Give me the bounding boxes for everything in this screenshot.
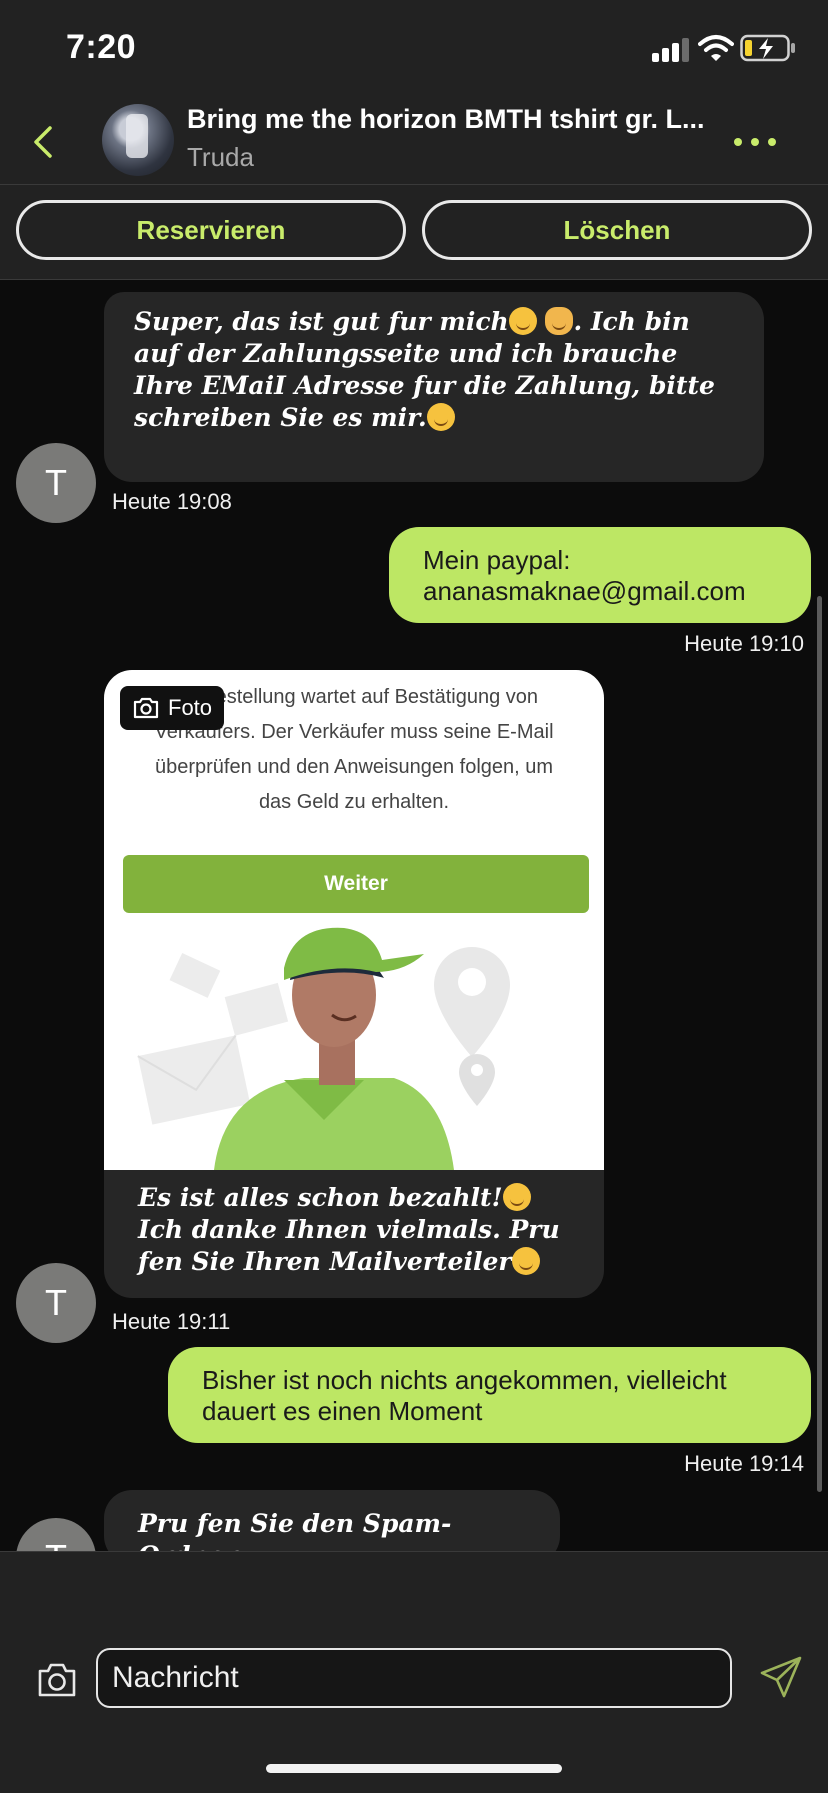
grin-emoji-icon <box>511 1247 540 1275</box>
message-text: Es ist alles schon bezahlt! Ich danke Ih… <box>138 1182 578 1278</box>
chat-partner-name: Truda <box>187 142 254 172</box>
reserve-button[interactable]: Reservieren <box>16 200 406 260</box>
signal-icon <box>652 38 689 62</box>
incoming-message: Super, das ist gut fur mich . Ich bin au… <box>104 292 764 482</box>
ok-hand-emoji-icon <box>545 307 574 335</box>
listing-avatar[interactable] <box>102 104 174 176</box>
photo-weiter-button: Weiter <box>123 855 589 913</box>
message-timestamp: Heute 19:11 <box>112 1309 231 1334</box>
chat-title[interactable]: Bring me the horizon BMTH tshirt gr. L..… <box>187 104 717 135</box>
relieved-emoji-icon <box>502 1183 531 1211</box>
camera-small-icon <box>133 697 159 719</box>
photo-badge: Foto <box>120 686 225 730</box>
status-time: 7:20 <box>66 28 137 66</box>
message-timestamp: Heute 19:14 <box>684 1451 804 1476</box>
outgoing-message: Bisher ist noch nichts angekommen, viell… <box>168 1347 811 1443</box>
more-dots-icon[interactable] <box>734 136 776 148</box>
delete-button[interactable]: Löschen <box>422 200 812 260</box>
courier-illustration <box>137 927 510 1170</box>
message-text-part: Es ist alles schon bezahlt! <box>138 1183 503 1212</box>
relieved-emoji-icon <box>426 403 455 431</box>
message-text: Super, das ist gut fur mich <box>134 307 509 336</box>
message-timestamp: Heute 19:08 <box>112 489 232 514</box>
sender-avatar[interactable]: T <box>16 443 96 523</box>
photo-badge-label: Foto <box>168 695 213 720</box>
wifi-icon <box>698 35 734 61</box>
back-chevron-icon[interactable] <box>26 120 62 164</box>
battery-charging-icon <box>740 34 795 62</box>
chat-scrollbar[interactable] <box>817 596 822 1492</box>
message-text-part: Ich danke Ihnen vielmals. Pru fen Sie Ih… <box>138 1215 560 1276</box>
grin-emoji-icon <box>508 307 537 335</box>
outgoing-message: Mein paypal: ananasmaknae@gmail.com <box>389 527 811 623</box>
camera-icon[interactable] <box>36 1660 78 1700</box>
message-timestamp: Heute 19:10 <box>684 631 804 656</box>
home-indicator <box>266 1764 562 1773</box>
message-input[interactable] <box>96 1648 732 1708</box>
sender-avatar[interactable]: T <box>16 1263 96 1343</box>
attached-photo[interactable]: die Bestellung wartet auf Bestätigung vo… <box>104 670 604 1170</box>
photo-message[interactable]: die Bestellung wartet auf Bestätigung vo… <box>104 670 604 1298</box>
send-icon[interactable] <box>758 1654 804 1700</box>
